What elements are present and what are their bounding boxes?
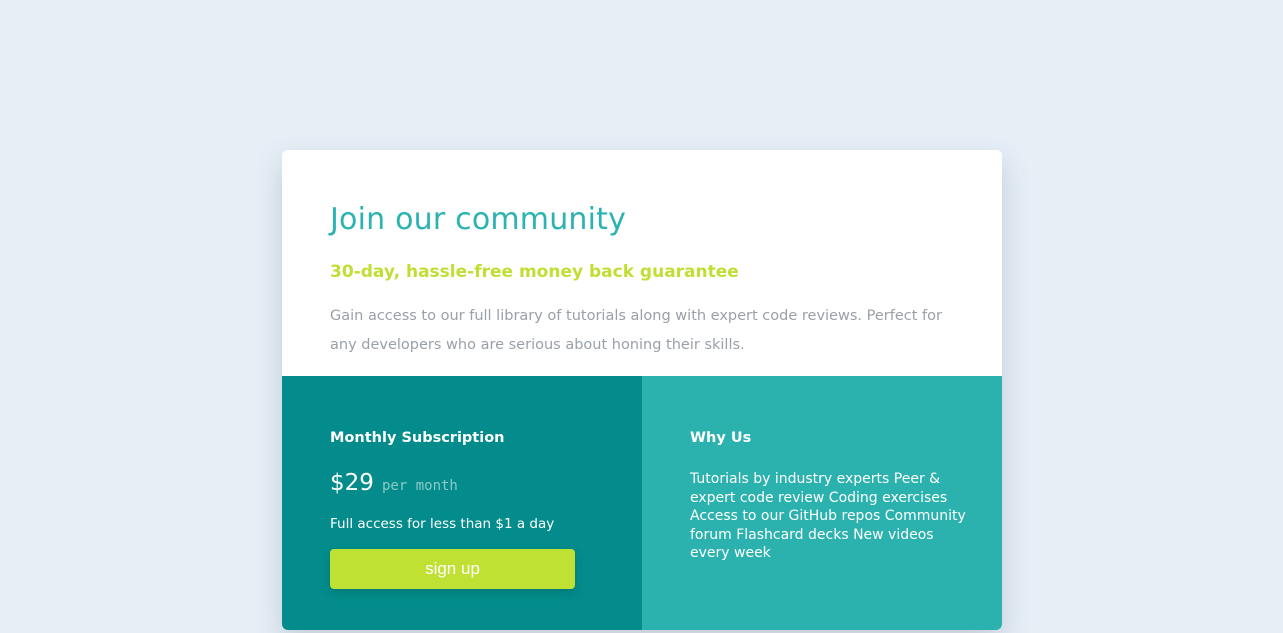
price-row: $29 per month [330,470,458,496]
subscription-panel: Monthly Subscription $29 per month Full … [282,376,642,630]
guarantee-heading: 30-day, hassle-free money back guarantee [330,262,739,282]
subscription-heading: Monthly Subscription [330,430,505,446]
why-us-heading: Why Us [690,430,752,446]
price-period: per month [382,478,458,494]
community-intro: Join our community 30-day, hassle-free m… [282,150,1002,376]
price: $29 [330,470,374,496]
why-us-list: Tutorials by industry experts Peer & exp… [690,471,966,561]
why-us-panel: Why Us Tutorials by industry experts Pee… [642,376,1002,630]
community-description: Gain access to our full library of tutor… [330,308,942,353]
price-note: Full access for less than $1 a day [330,516,555,532]
sign-up-button[interactable]: sign up [330,549,575,589]
community-card: Join our community 30-day, hassle-free m… [282,150,1002,630]
page-title: Join our community [330,202,627,237]
